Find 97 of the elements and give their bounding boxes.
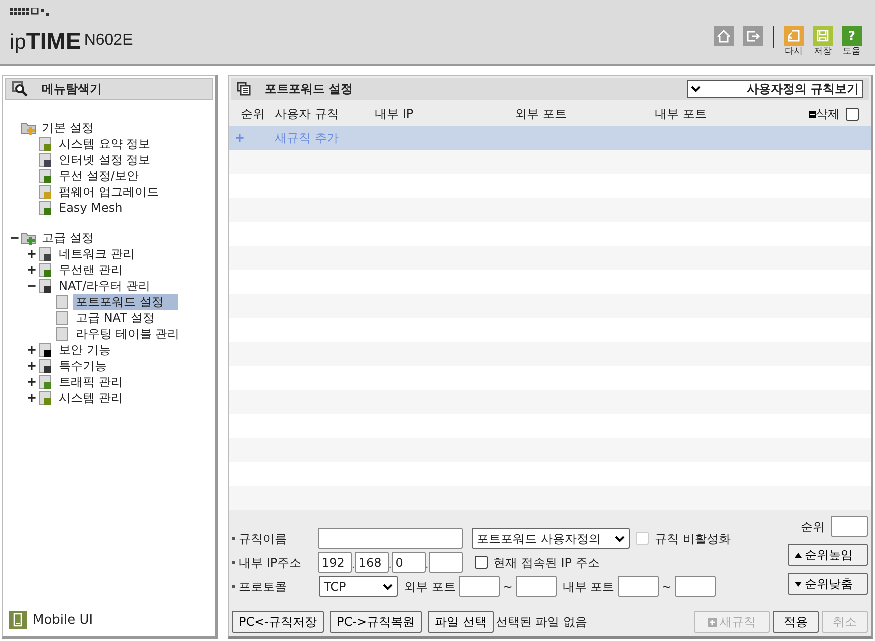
menu-item[interactable]: 시스템 요약 정보 <box>56 136 154 152</box>
separator: . <box>426 560 429 572</box>
tree-toggle[interactable]: + <box>26 261 38 279</box>
menu-item[interactable]: Easy Mesh <box>56 200 126 216</box>
chevron-down-icon <box>615 534 625 542</box>
save-icon[interactable] <box>813 26 833 46</box>
file-status-text: 선택된 파일 없음 <box>496 614 588 631</box>
minus-icon <box>809 110 816 118</box>
protocol-select[interactable]: TCP <box>319 576 398 597</box>
ip-octet-field[interactable]: 168 <box>354 552 389 573</box>
home-icon[interactable] <box>714 26 734 46</box>
menu-item[interactable]: 시스템 관리 <box>56 390 126 406</box>
column-header: 순위 <box>241 106 265 123</box>
tool-caption: 다시 <box>785 48 803 57</box>
tree-toggle[interactable]: − <box>26 277 38 295</box>
separator-line <box>773 26 774 48</box>
bullet-icon <box>232 585 235 588</box>
bullet-icon <box>232 561 235 564</box>
separator: . <box>352 560 355 572</box>
menu-item[interactable]: 보안 기능 <box>56 342 114 358</box>
action-button[interactable]: PC<-규칙저장 <box>232 611 324 633</box>
field-label: 규칙이름 <box>239 530 287 548</box>
menu-item[interactable]: 네트워크 관리 <box>56 246 138 262</box>
tool-caption: 저장 <box>814 48 832 57</box>
action-button[interactable]: PC->규칙복원 <box>330 611 422 633</box>
field-label: 순위 <box>801 518 825 536</box>
tree-toggle[interactable]: − <box>9 229 21 247</box>
column-header: 외부 포트 <box>515 106 567 123</box>
tree-toggle[interactable]: + <box>26 357 38 375</box>
ip-octet-field[interactable] <box>428 552 463 573</box>
menu-item[interactable]: 무선 설정/보안 <box>56 168 142 184</box>
select-all-checkbox[interactable] <box>846 108 859 120</box>
field-label: 프로토콜 <box>239 578 287 596</box>
help-button[interactable]: ? <box>842 26 862 46</box>
tree-toggle[interactable]: + <box>26 373 38 391</box>
view-select[interactable]: 사용자정의 규칙보기 <box>687 80 863 98</box>
column-header: 삭제 <box>816 106 840 123</box>
logo-text: ipTIME <box>10 30 82 53</box>
rank-field[interactable] <box>831 516 868 537</box>
port-field[interactable] <box>618 576 659 597</box>
ip-octet-field[interactable]: 192 <box>318 552 352 573</box>
input-field[interactable] <box>318 528 463 549</box>
action-button[interactable]: 파일 선택 <box>428 611 494 633</box>
field-label: 내부 포트 <box>562 578 615 596</box>
preset-select[interactable]: 포트포워드 사용자정의 <box>472 528 630 549</box>
rank-down-button[interactable]: 순위낮춤 <box>788 573 868 595</box>
menu-item[interactable]: NAT/라우터 관리 <box>56 278 154 294</box>
search-icon <box>12 81 28 97</box>
logout-icon[interactable] <box>743 26 763 46</box>
tool-caption: 도움 <box>843 48 861 57</box>
undo-icon[interactable] <box>784 26 804 46</box>
column-header: 사용자 규칙 <box>275 106 339 123</box>
mobile-icon <box>9 611 27 630</box>
port-field[interactable] <box>674 576 716 597</box>
separator: . <box>388 560 392 572</box>
checkbox-label: 규칙 비활성화 <box>655 530 731 548</box>
action-button[interactable]: 적용 <box>773 611 819 633</box>
page-icon <box>55 294 71 310</box>
bullet-icon <box>232 537 235 540</box>
checkbox-label: 현재 접속된 IP 주소 <box>494 554 600 572</box>
model-name: N602E <box>84 31 134 51</box>
tree-toggle[interactable]: + <box>26 341 38 359</box>
menu-item[interactable]: 포트포워드 설정 <box>73 294 178 310</box>
chevron-down-icon <box>691 85 701 93</box>
triangle-up-icon <box>795 552 802 558</box>
port-field[interactable] <box>516 576 557 597</box>
field-label: 내부 IP주소 <box>239 554 302 572</box>
plus-icon <box>708 618 717 626</box>
window-icon <box>237 82 251 96</box>
rank-up-button[interactable]: 순위높임 <box>788 544 868 566</box>
menu-item[interactable]: 특수기능 <box>56 358 110 374</box>
chevron-down-icon <box>383 582 393 590</box>
page-icon <box>55 326 71 342</box>
menu-item[interactable]: 고급 NAT 설정 <box>73 310 158 326</box>
logo-mark-icon <box>10 8 50 17</box>
menu-item[interactable]: 인터넷 설정 정보 <box>56 152 154 168</box>
menu-item[interactable]: 트래픽 관리 <box>56 374 126 390</box>
panel-title: 포트포워드 설정 <box>265 81 354 98</box>
port-field[interactable] <box>458 576 500 597</box>
triangle-down-icon <box>795 582 802 586</box>
tree-toggle[interactable]: + <box>26 245 38 263</box>
tree-toggle[interactable]: + <box>26 389 38 407</box>
column-header: 내부 포트 <box>655 106 707 123</box>
menu-item[interactable]: 라우팅 테이블 관리 <box>73 326 183 342</box>
panel-title: 메뉴탐색기 <box>42 81 102 98</box>
checkbox[interactable] <box>474 556 488 569</box>
ip-octet-field[interactable]: 0 <box>392 552 426 573</box>
column-header: 내부 IP <box>375 106 414 123</box>
field-label: 외부 포트 <box>404 578 456 596</box>
menu-item[interactable]: 무선랜 관리 <box>56 262 126 278</box>
mobile-ui-link[interactable]: Mobile UI <box>33 610 94 630</box>
menu-item[interactable]: 펌웨어 업그레이드 <box>56 184 162 200</box>
page-icon <box>55 310 71 326</box>
menu-item[interactable]: 고급 설정 <box>39 230 97 246</box>
separator: ~ <box>662 578 672 596</box>
menu-item[interactable]: 기본 설정 <box>39 120 97 136</box>
separator: ~ <box>502 578 513 596</box>
